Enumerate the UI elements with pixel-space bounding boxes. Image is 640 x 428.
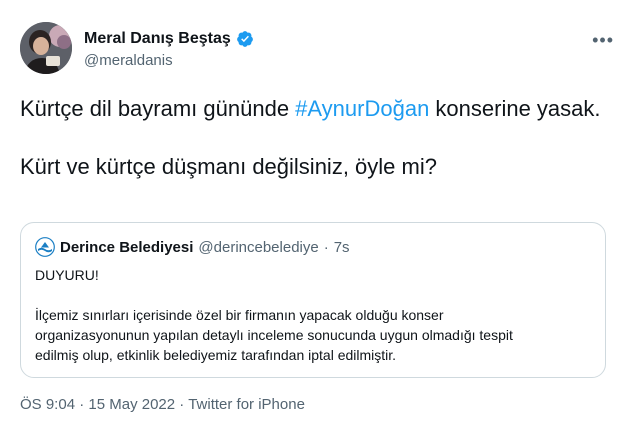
quoted-title: DUYURU! — [35, 267, 99, 283]
hashtag-link[interactable]: #AynurDoğan — [295, 96, 429, 121]
author-avatar[interactable] — [20, 22, 72, 74]
quoted-author-handle[interactable]: @derincebelediye — [198, 239, 318, 256]
tweet-source[interactable]: Twitter for iPhone — [188, 396, 305, 413]
tweet-text: Kürtçe dil bayramı gününde #AynurDoğan k… — [20, 94, 610, 181]
author-handle[interactable]: @meraldanis — [84, 52, 173, 69]
tweet-text-part: Kürtçe dil bayramı gününde — [20, 96, 296, 121]
footer-separator: · — [175, 396, 189, 413]
municipality-logo-icon — [35, 237, 55, 257]
tweet-footer: ÖS 9:04 · 15 May 2022 · Twitter for iPho… — [20, 396, 305, 413]
quoted-time[interactable]: 7s — [334, 239, 350, 256]
more-icon[interactable]: ••• — [592, 30, 614, 51]
quoted-tweet[interactable]: Derince Belediyesi @derincebelediye · 7s… — [20, 222, 606, 378]
footer-separator: · — [75, 396, 89, 413]
quoted-author-name[interactable]: Derince Belediyesi — [60, 239, 193, 256]
verified-badge-icon — [236, 31, 253, 47]
author-name-row[interactable]: Meral Danış Beştaş — [84, 30, 254, 48]
tweet-text-part: konserine yasak. — [429, 96, 601, 121]
tweet-date[interactable]: 15 May 2022 — [88, 396, 175, 413]
quoted-body-line: İlçemiz sınırları içerisinde özel bir fi… — [35, 307, 444, 323]
quoted-tweet-body: DUYURU! İlçemiz sınırları içerisinde öze… — [35, 265, 595, 365]
quoted-separator: · — [323, 238, 329, 256]
tweet-paragraph-2: Kürt ve kürtçe düşmanı değilsiniz, öyle … — [20, 154, 437, 179]
quoted-body-line: organizasyonunun yapılan detaylı incelem… — [35, 327, 513, 343]
quoted-tweet-header: Derince Belediyesi @derincebelediye · 7s — [35, 237, 350, 257]
quoted-body-line: edilmiş olup, etkinlik belediyemiz taraf… — [35, 347, 397, 363]
author-name[interactable]: Meral Danış Beştaş — [84, 30, 231, 48]
tweet-paragraph-1: Kürtçe dil bayramı gününde #AynurDoğan k… — [20, 94, 610, 123]
tweet-time[interactable]: ÖS 9:04 — [20, 396, 75, 413]
